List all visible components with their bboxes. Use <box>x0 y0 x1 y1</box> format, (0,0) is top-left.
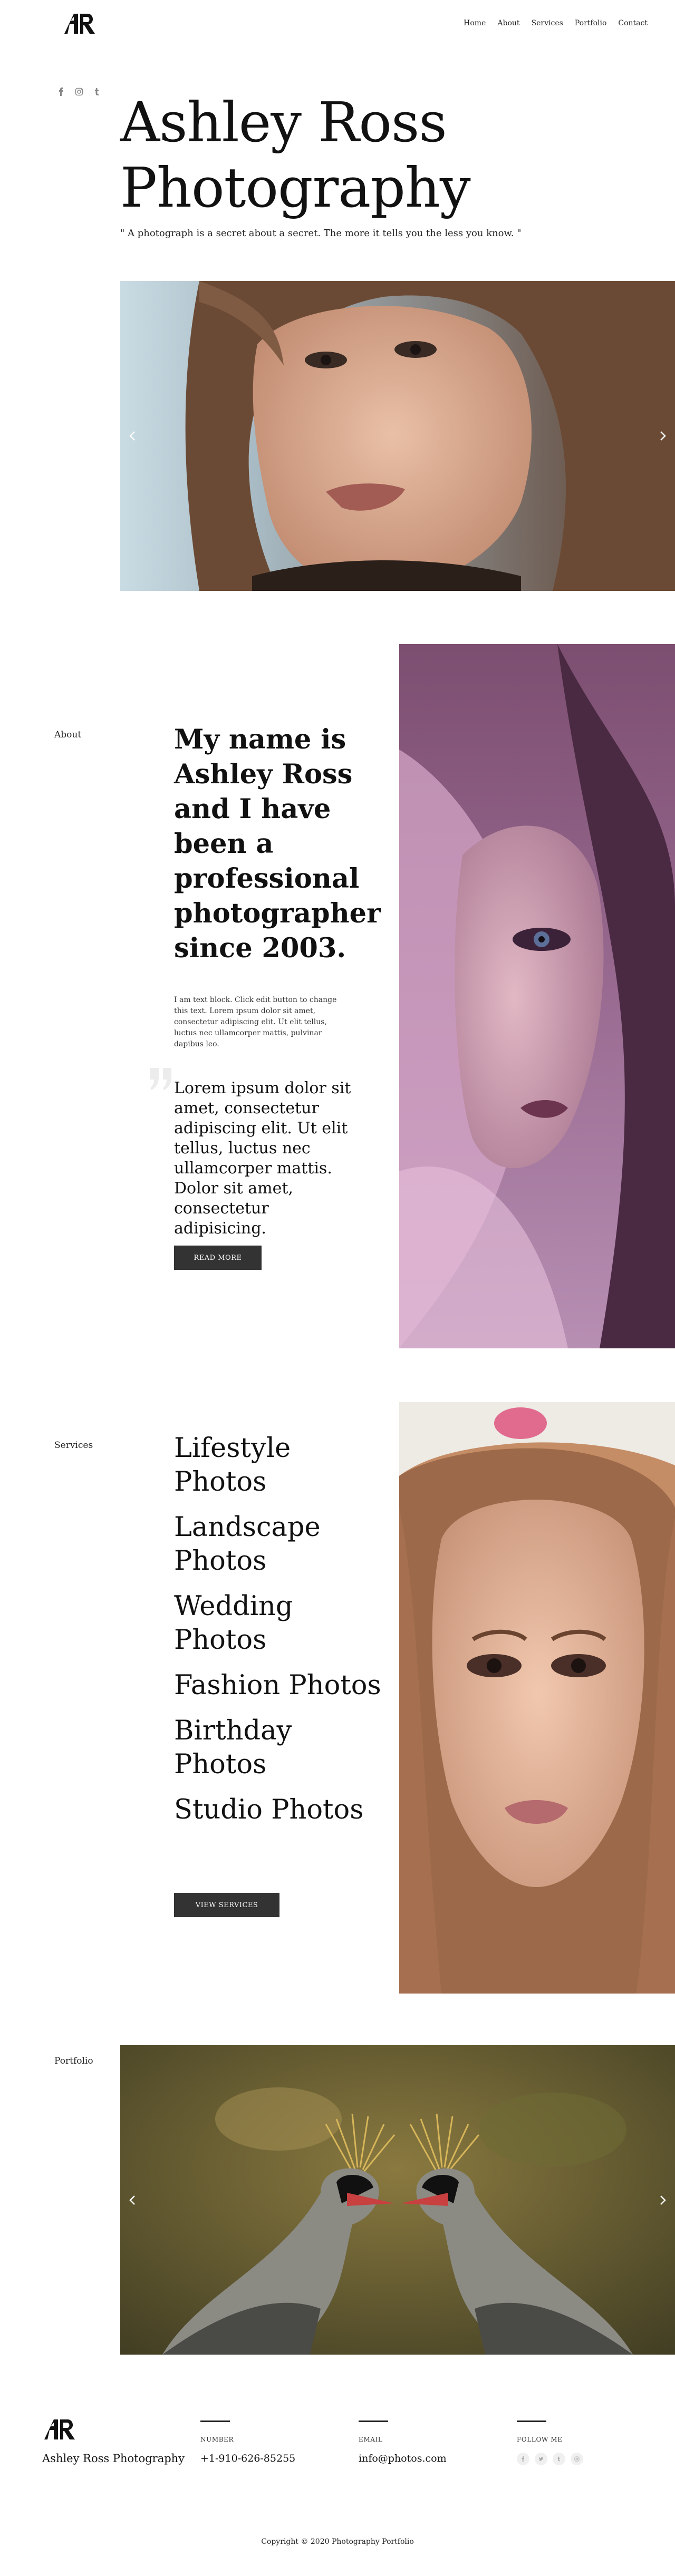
nav-services[interactable]: Services <box>532 19 563 27</box>
nav-contact[interactable]: Contact <box>618 19 648 27</box>
about-portrait-image <box>399 644 675 1348</box>
nav-about[interactable]: About <box>497 19 519 27</box>
hero-title: Ashley Ross Photography <box>120 90 648 220</box>
service-item: Fashion Photos <box>174 1670 381 1701</box>
footer-email-label: EMAIL <box>359 2436 383 2443</box>
service-item: Landscape Photos <box>174 1512 321 1577</box>
footer-logo[interactable] <box>42 2417 79 2442</box>
service-item: Studio Photos <box>174 1794 364 1825</box>
quote-icon <box>150 1068 171 1090</box>
hero-quote: " A photograph is a secret about a secre… <box>120 228 522 239</box>
portfolio-slider[interactable] <box>120 2045 675 2355</box>
twitter-icon[interactable] <box>535 2453 547 2465</box>
about-heading: My name is Ashley Ross and I have been a… <box>174 724 381 964</box>
view-services-button[interactable]: VIEW SERVICES <box>174 1893 279 1917</box>
footer-follow-label: FOLLOW ME <box>517 2436 563 2443</box>
hero-social-links <box>57 88 101 96</box>
service-item: Lifestyle Photos <box>174 1433 291 1498</box>
chevron-left-icon[interactable] <box>127 430 139 442</box>
hero-portrait-image <box>120 281 675 591</box>
services-portrait-image <box>399 1402 675 1994</box>
nav-portfolio[interactable]: Portfolio <box>575 19 607 27</box>
footer-number-label: NUMBER <box>200 2436 234 2443</box>
hero-slider[interactable] <box>120 281 675 591</box>
main-nav: Home About Services Portfolio Contact <box>464 19 648 27</box>
instagram-icon[interactable] <box>571 2453 583 2465</box>
portfolio-section-label: Portfolio <box>54 2056 93 2066</box>
service-item: Wedding Photos <box>174 1591 293 1656</box>
instagram-icon[interactable] <box>75 88 83 96</box>
tumblr-icon[interactable] <box>93 88 101 96</box>
portfolio-cranes-image <box>120 2045 675 2355</box>
footer-divider <box>517 2421 546 2422</box>
facebook-icon[interactable] <box>517 2453 529 2465</box>
facebook-icon[interactable] <box>57 88 65 96</box>
footer-follow-col: FOLLOW ME <box>517 2421 583 2465</box>
services-section-label: Services <box>54 1440 93 1451</box>
footer-social-links <box>517 2453 583 2465</box>
read-more-button[interactable]: READ MORE <box>174 1246 262 1270</box>
chevron-left-icon[interactable] <box>127 2194 139 2206</box>
about-section-label: About <box>54 730 82 740</box>
footer-number-value[interactable]: +1-910-626-85255 <box>200 2453 295 2464</box>
nav-home[interactable]: Home <box>464 19 486 27</box>
footer-email-col: EMAIL info@photos.com <box>359 2421 447 2464</box>
footer-site-name: Ashley Ross Photography <box>42 2452 185 2465</box>
site-logo[interactable] <box>62 12 99 36</box>
footer-divider <box>359 2421 388 2422</box>
footer-email-value[interactable]: info@photos.com <box>359 2453 447 2464</box>
services-list: Lifestyle Photos Landscape Photos Weddin… <box>174 1432 385 1839</box>
service-item: Birthday Photos <box>174 1715 292 1780</box>
footer-divider <box>200 2421 230 2422</box>
copyright-text: Copyright © 2020 Photography Portfolio <box>261 2538 414 2546</box>
hero-title-line2: Photography <box>120 155 471 220</box>
footer-number-col: NUMBER +1-910-626-85255 <box>200 2421 295 2464</box>
about-quote: Lorem ipsum dolor sit amet, consectetur … <box>174 1079 351 1238</box>
about-text: I am text block. Click edit button to ch… <box>174 996 337 1048</box>
chevron-right-icon[interactable] <box>656 2194 669 2206</box>
hero-title-line1: Ashley Ross <box>120 90 447 154</box>
chevron-right-icon[interactable] <box>656 430 669 442</box>
site-header: Home About Services Portfolio Contact <box>0 0 675 47</box>
tumblr-icon[interactable] <box>553 2453 565 2465</box>
